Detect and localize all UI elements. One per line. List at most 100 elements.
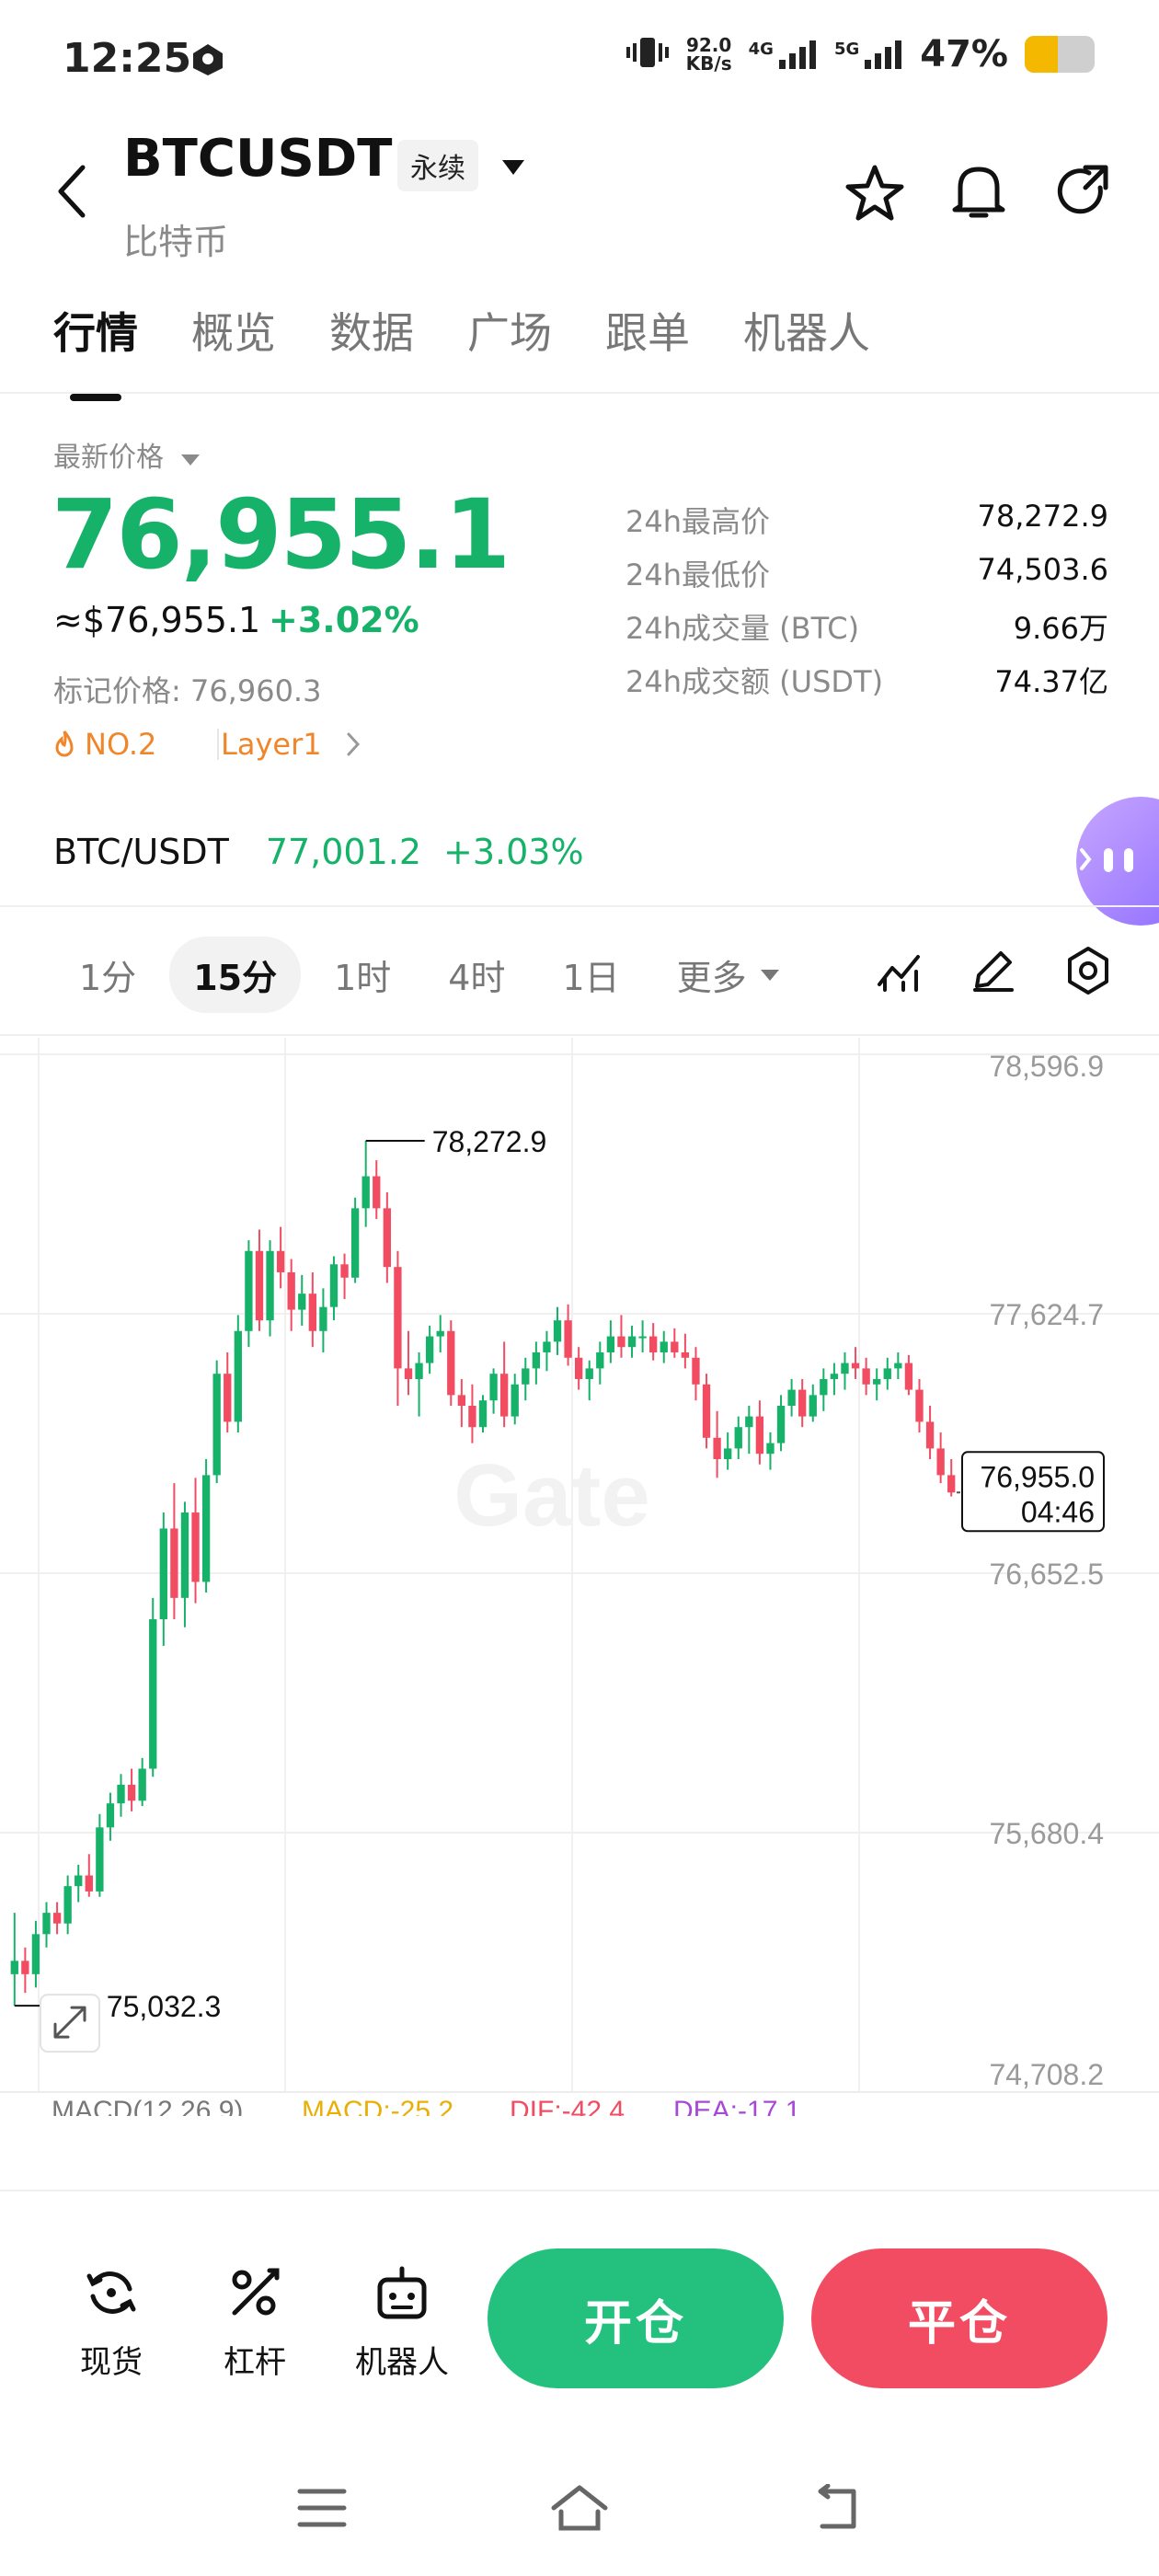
candle-body [489, 1374, 498, 1401]
candle-body [415, 1363, 423, 1379]
net-speed-unit: KB/s [685, 52, 732, 75]
tab-overview[interactable]: 概览 [191, 300, 276, 361]
spot-ticker[interactable]: BTC/USDT 77,001.2 +3.03% [53, 832, 584, 872]
symbol-title[interactable]: BTCUSDT [123, 129, 392, 189]
close-position-button[interactable]: 平仓 [811, 2248, 1107, 2388]
tf-more[interactable]: 更多 [653, 937, 804, 1013]
stat-value: 9.66万 [1013, 611, 1108, 646]
spot-symbol: BTC/USDT [53, 832, 229, 872]
candle-body [606, 1336, 615, 1352]
contract-type-badge[interactable]: 永续 [397, 140, 478, 191]
fire-icon [55, 730, 74, 757]
low-marker-label: 75,032.3 [107, 1990, 222, 2023]
candle-body [308, 1294, 316, 1331]
spot-shortcut[interactable]: 现货 [52, 2263, 171, 2382]
candle-body [478, 1400, 488, 1428]
candle-body [766, 1443, 775, 1455]
candle-body [627, 1336, 637, 1348]
bell-icon[interactable] [951, 162, 1006, 226]
chevron-down-icon[interactable] [500, 158, 526, 180]
candle-body [543, 1341, 551, 1352]
candle-body [436, 1330, 444, 1337]
back-nav-icon[interactable] [809, 2483, 865, 2536]
chart-watermark: Gate [453, 1446, 649, 1545]
candle-body [234, 1330, 242, 1422]
status-time: 12:25 [63, 35, 192, 82]
candle-body [170, 1528, 178, 1598]
spot-swap-icon [86, 2271, 136, 2314]
candle-body [10, 1961, 18, 1974]
sector-tag[interactable]: Layer1 [221, 727, 361, 762]
candle-body [638, 1336, 647, 1339]
tf-15m[interactable]: 15分 [169, 937, 302, 1013]
robot-icon [377, 2266, 427, 2319]
candle-body [180, 1512, 189, 1598]
candle-body [820, 1378, 828, 1396]
candle-body [596, 1351, 604, 1369]
caret-down-icon [180, 454, 200, 466]
candle-body [159, 1528, 167, 1620]
battery-fill [1025, 36, 1058, 73]
candle-body [457, 1395, 466, 1406]
candle-body [191, 1512, 200, 1582]
tf-1d[interactable]: 1日 [538, 937, 643, 1013]
candle-body [425, 1336, 434, 1363]
candle-body [883, 1368, 891, 1379]
last-price: 76,955.1 [52, 478, 511, 591]
back-icon[interactable] [52, 162, 92, 224]
signal-5g-label: 5G [833, 40, 860, 59]
spot-change: +3.03% [443, 832, 584, 872]
latest-price-selector[interactable]: 最新价格 [53, 434, 201, 475]
candle-body [404, 1368, 413, 1379]
candle-body [649, 1336, 658, 1352]
tag-divider [217, 729, 219, 760]
tf-1h[interactable]: 1时 [310, 937, 415, 1013]
candlestick-chart[interactable]: 78,596.9 77,624.7 76,652.5 75,680.4 74,708.2… [0, 1038, 1159, 2116]
stat-value: 78,272.9 [977, 499, 1109, 534]
stat-label: 24h成交量 (BTC) [625, 611, 860, 646]
candle-body [904, 1363, 913, 1390]
tf-4h[interactable]: 4时 [424, 937, 529, 1013]
candle-body [734, 1427, 742, 1449]
candle-body [585, 1368, 593, 1379]
candle-body [776, 1405, 786, 1443]
y-tick-label: 74,708.2 [989, 2058, 1104, 2091]
vibrate-icon [625, 36, 670, 73]
mark-price: 标记价格: 76,960.3 [53, 673, 322, 708]
indicator-icon[interactable] [876, 948, 925, 997]
menu-nav-icon[interactable] [296, 2486, 348, 2534]
share-icon[interactable] [1054, 164, 1111, 224]
y-tick-label: 77,624.7 [989, 1298, 1104, 1331]
leverage-shortcut[interactable]: 杠杆 [195, 2263, 315, 2382]
tf-1m[interactable]: 1分 [55, 937, 160, 1013]
star-icon[interactable] [844, 164, 905, 226]
bot-shortcut[interactable]: 机器人 [342, 2263, 462, 2382]
stat-turnover: 24h成交额 (USDT) 74.37亿 [625, 659, 1108, 701]
notification-icon [188, 40, 228, 81]
chart-settings-icon[interactable] [1063, 946, 1113, 999]
candle-body [52, 1913, 62, 1924]
candle-body [702, 1384, 711, 1438]
tab-copy-trade[interactable]: 跟单 [605, 300, 690, 361]
candle-body [564, 1320, 572, 1358]
y-tick-label: 76,652.5 [989, 1558, 1104, 1591]
stat-value: 74,503.6 [977, 552, 1109, 587]
candle-body [212, 1374, 221, 1476]
home-nav-icon[interactable] [548, 2482, 611, 2537]
candle-body [851, 1363, 860, 1369]
tab-square[interactable]: 广场 [467, 300, 552, 361]
rank-tag[interactable]: NO.2 [53, 727, 156, 762]
tab-market[interactable]: 行情 [53, 300, 138, 401]
chart-top-divider [0, 1034, 1159, 1036]
candle-body [287, 1271, 295, 1310]
macd-value: MACD:-25.2 [302, 2096, 453, 2116]
tab-bot[interactable]: 机器人 [743, 300, 870, 361]
draw-tool-icon[interactable] [970, 946, 1017, 997]
tab-data[interactable]: 数据 [329, 300, 414, 361]
main-tabs: 行情 概览 数据 广场 跟单 机器人 [53, 300, 924, 401]
usd-equivalent: ≈$76,955.1 [53, 600, 261, 640]
candle-body [522, 1368, 530, 1385]
open-position-button[interactable]: 开仓 [488, 2248, 784, 2388]
battery-icon [1025, 36, 1095, 73]
candle-body [149, 1619, 157, 1769]
